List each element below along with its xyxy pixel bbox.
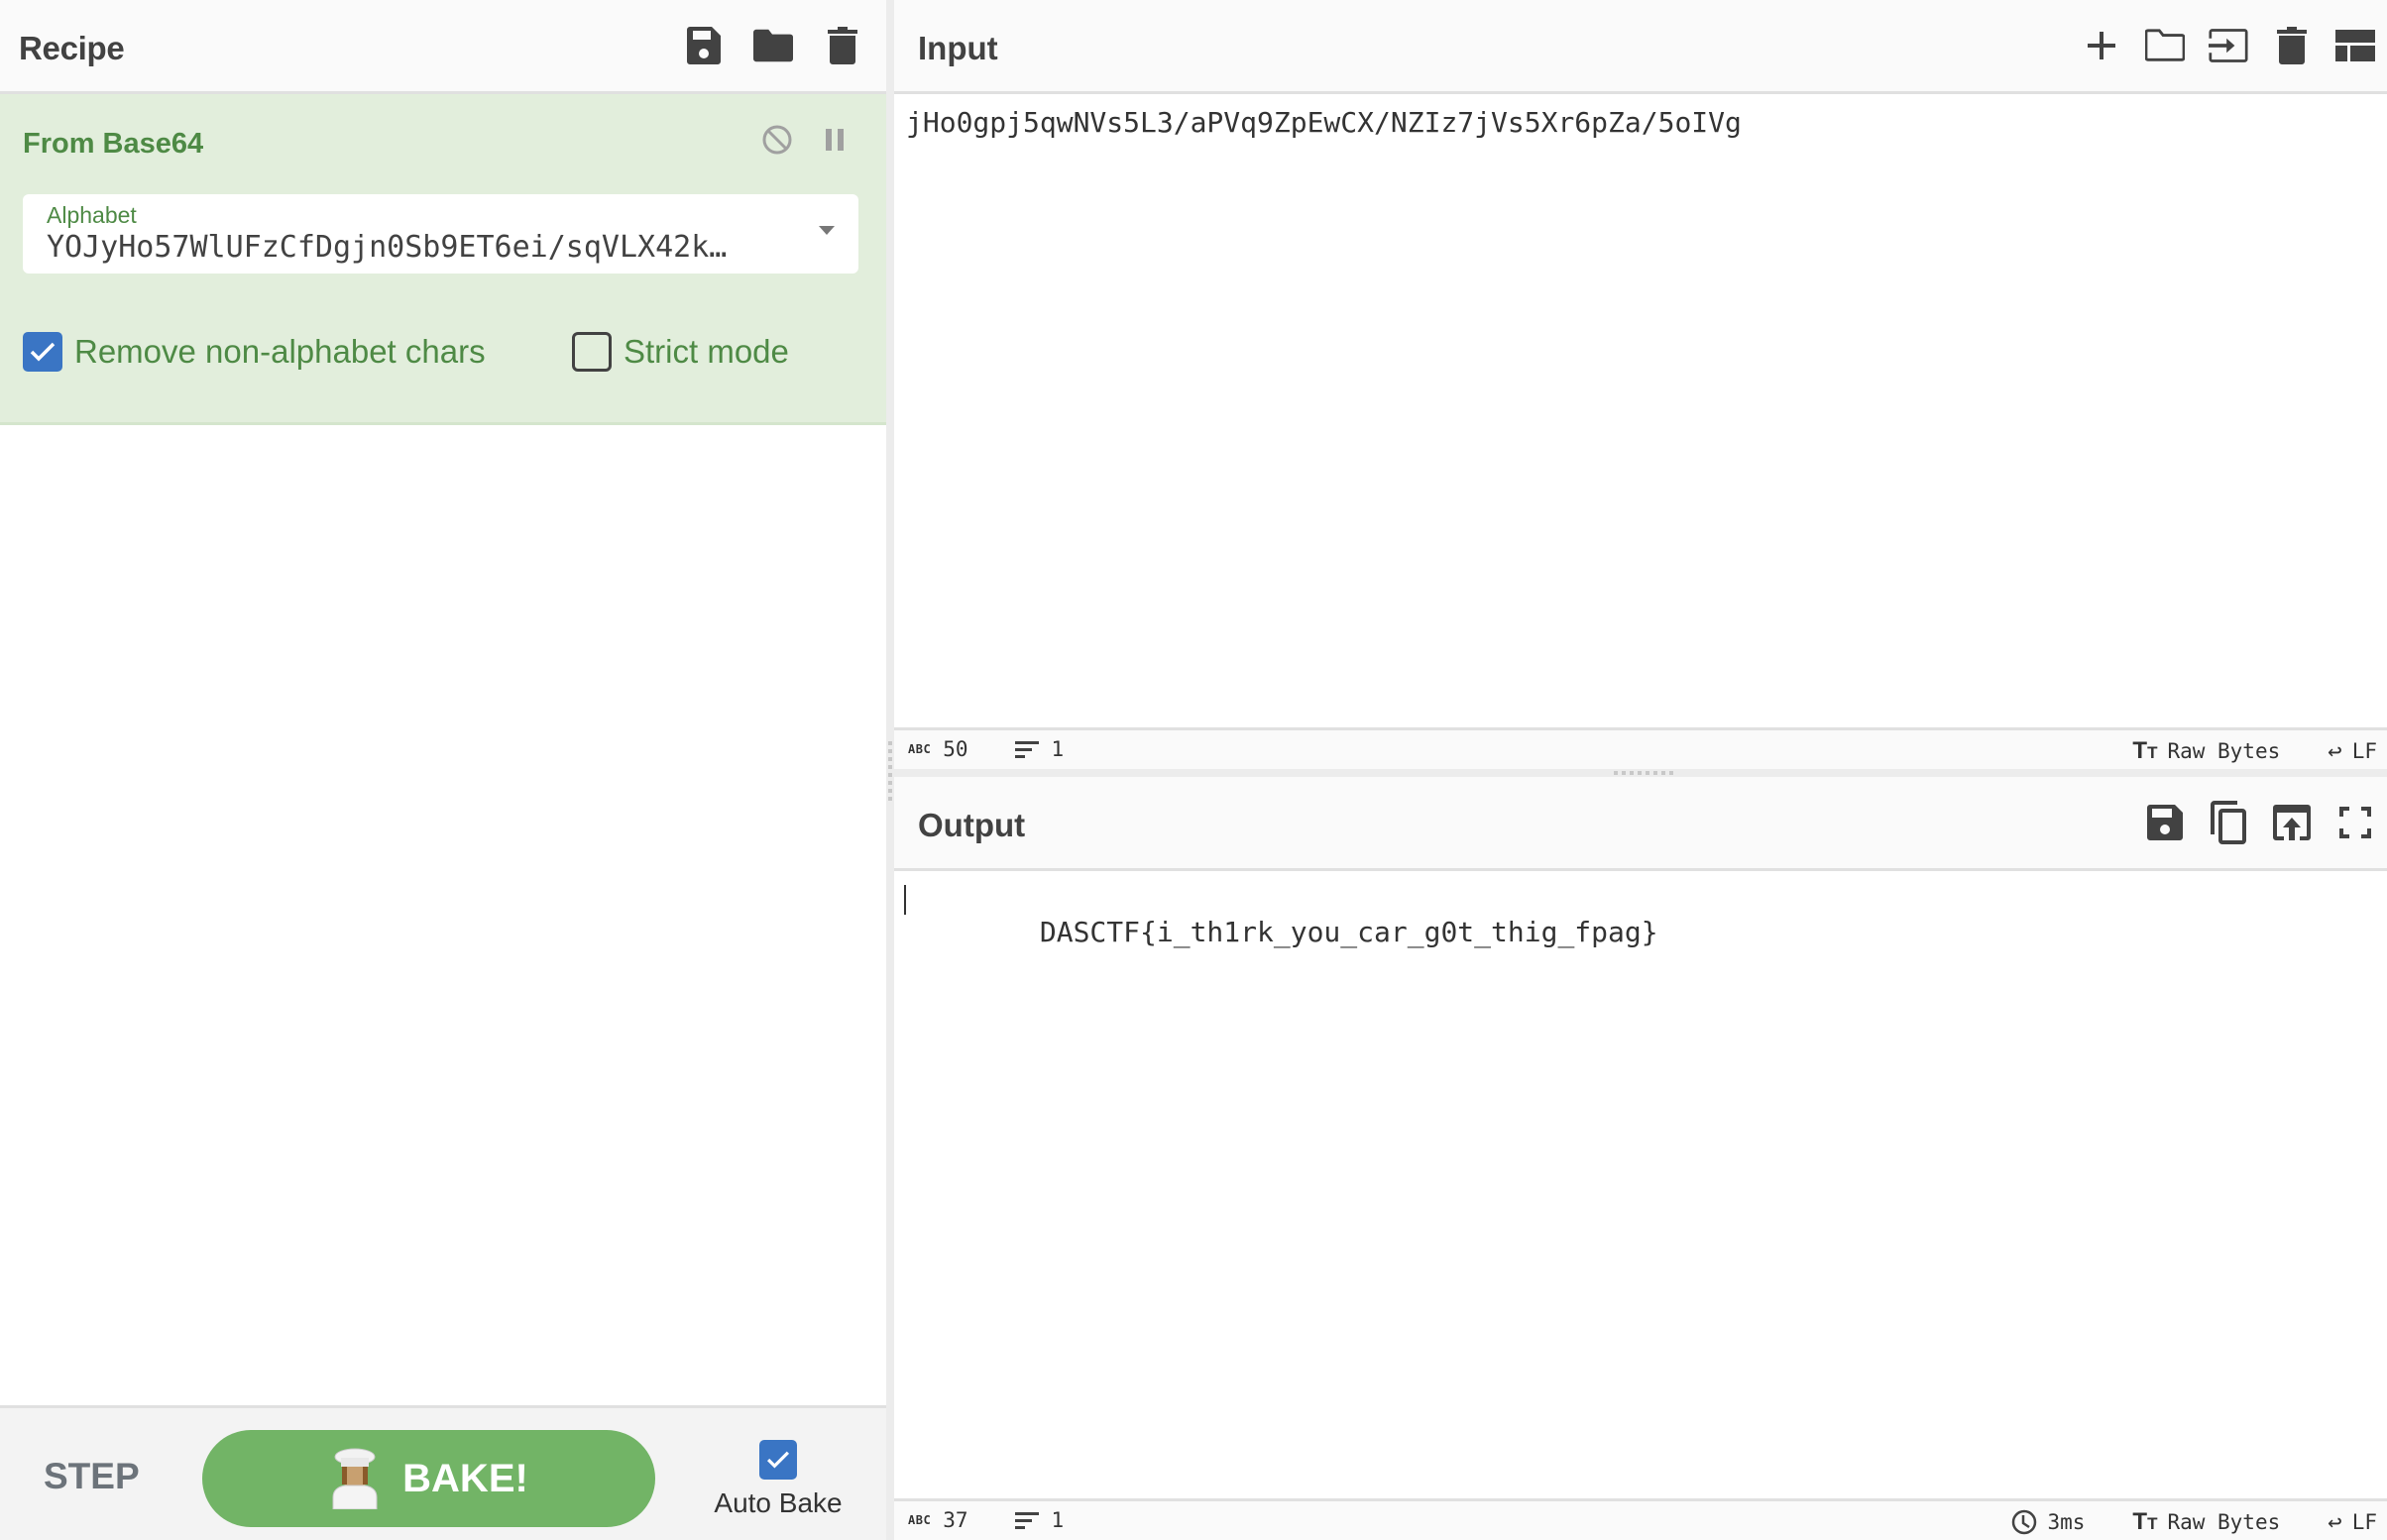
- open-file-button[interactable]: [2145, 24, 2185, 67]
- lines-icon: [1015, 741, 1040, 758]
- strict-mode-checkbox[interactable]: Strict mode: [572, 332, 789, 372]
- folder-icon: [2145, 29, 2185, 61]
- chevron-down-icon[interactable]: [819, 226, 835, 235]
- replace-input-button[interactable]: [2272, 801, 2312, 844]
- strict-mode-label: Strict mode: [624, 333, 789, 370]
- abc-icon: ABC: [908, 1513, 932, 1527]
- return-icon: ↩: [2328, 737, 2342, 765]
- trash-icon: [828, 27, 857, 64]
- sign-in-icon: [2209, 29, 2248, 62]
- alphabet-label: Alphabet: [47, 202, 137, 228]
- output-length: 37: [943, 1508, 968, 1532]
- output-text[interactable]: DASCTF{i_th1rk_you_car_g0t_thig_fpag}: [904, 883, 1658, 981]
- bake-time-value: 3ms: [2047, 1510, 2086, 1534]
- folder-icon: [753, 29, 793, 62]
- alphabet-value: YOJyHo57WlUFzCfDgjn0Sb9ET6ei/sqVLX42k…: [47, 230, 728, 265]
- bake-button[interactable]: BAKE!: [202, 1430, 655, 1527]
- input-lines: 1: [1051, 737, 1065, 761]
- disable-icon[interactable]: [761, 124, 793, 156]
- clear-recipe-button[interactable]: [823, 24, 862, 67]
- load-recipe-button[interactable]: [753, 24, 793, 67]
- auto-bake-label: Auto Bake: [714, 1487, 843, 1518]
- output-lines: 1: [1051, 1508, 1065, 1532]
- output-encoding-button[interactable]: TT Raw Bytes: [2132, 1508, 2280, 1536]
- chef-icon: [332, 1448, 378, 1509]
- recipe-header: Recipe: [0, 0, 886, 94]
- step-button[interactable]: STEP: [44, 1456, 140, 1497]
- output-encoding: Raw Bytes: [2167, 1510, 2281, 1534]
- checkmark-icon: [766, 1451, 790, 1469]
- output-title: Output: [918, 807, 1026, 843]
- layout-icon: [2335, 30, 2375, 61]
- clock-icon: [2012, 1509, 2037, 1535]
- input-textarea[interactable]: jHo0gpj5qwNVs5L3/aPVq9ZpEwCX/NZIz7jVs5Xr…: [894, 94, 2387, 727]
- abc-icon: ABC: [908, 742, 932, 756]
- reset-layout-button[interactable]: [2335, 24, 2375, 67]
- remove-non-alphabet-label: Remove non-alphabet chars: [74, 333, 486, 370]
- input-encoding: Raw Bytes: [2167, 739, 2281, 763]
- input-eol-button[interactable]: ↩ LF: [2328, 737, 2377, 765]
- text-format-icon: TT: [2132, 737, 2158, 764]
- checkbox-checked[interactable]: [759, 1440, 797, 1480]
- auto-bake-checkbox[interactable]: Auto Bake: [714, 1440, 843, 1519]
- save-recipe-button[interactable]: [684, 24, 724, 67]
- output-status-bar: ABC 37 1 3ms TT Raw Bytes ↩ LF: [894, 1498, 2387, 1540]
- input-title: Input: [918, 30, 998, 66]
- recipe-title: Recipe: [19, 30, 125, 66]
- io-resize-handle[interactable]: [894, 769, 2387, 777]
- bake-controls: STEP BAKE! Auto Bake: [0, 1405, 886, 1540]
- maximise-output-button[interactable]: [2335, 801, 2375, 844]
- input-eol: LF: [2351, 739, 2377, 763]
- lines-icon: [1015, 1512, 1040, 1529]
- recipe-panel: Recipe From Base64 Alphabet YOJyHo57WlUF…: [0, 0, 886, 1540]
- copy-output-button[interactable]: [2209, 801, 2248, 844]
- text-format-icon: TT: [2132, 1508, 2158, 1535]
- operation-from-base64[interactable]: From Base64 Alphabet YOJyHo57WlUFzCfDgjn…: [0, 94, 886, 425]
- panel-resize-handle[interactable]: [886, 0, 894, 1540]
- input-encoding-button[interactable]: TT Raw Bytes: [2132, 737, 2280, 765]
- operation-title: From Base64: [23, 128, 204, 160]
- grip-icon: [888, 741, 892, 801]
- input-panel: Input jHo0gpj5qwNVs5L3/aPVq9ZpEwCX/NZIz7…: [894, 0, 2387, 769]
- bake-time: 3ms: [2011, 1509, 2085, 1535]
- copy-icon: [2211, 801, 2246, 844]
- output-eol-button[interactable]: ↩ LF: [2328, 1508, 2377, 1536]
- return-icon: ↩: [2328, 1508, 2342, 1536]
- output-header: Output: [894, 777, 2387, 871]
- output-value: DASCTF{i_th1rk_you_car_g0t_thig_fpag}: [1039, 916, 1658, 948]
- pause-icon[interactable]: [825, 127, 845, 153]
- output-panel: Output DASCTF{i_th1rk_you_car_g0t_thig_f…: [894, 777, 2387, 1540]
- input-status-bar: ABC 50 1 TT Raw Bytes ↩ LF: [894, 727, 2387, 769]
- output-textarea[interactable]: DASCTF{i_th1rk_you_car_g0t_thig_fpag}: [894, 871, 2387, 1498]
- trash-icon: [2277, 27, 2307, 64]
- checkbox-unchecked[interactable]: [572, 332, 612, 372]
- save-icon: [2147, 805, 2183, 840]
- checkbox-checked[interactable]: [23, 332, 62, 372]
- fullscreen-icon: [2339, 807, 2371, 838]
- save-icon: [687, 27, 721, 64]
- checkmark-icon: [30, 342, 56, 362]
- input-length: 50: [943, 737, 968, 761]
- save-output-button[interactable]: [2145, 801, 2185, 844]
- replace-input-icon: [2273, 805, 2311, 840]
- grip-icon: [1614, 771, 1673, 775]
- clear-input-button[interactable]: [2272, 24, 2312, 67]
- bake-label: BAKE!: [402, 1456, 528, 1500]
- output-eol: LF: [2351, 1510, 2377, 1534]
- open-folder-button[interactable]: [2209, 24, 2248, 67]
- input-text[interactable]: jHo0gpj5qwNVs5L3/aPVq9ZpEwCX/NZIz7jVs5Xr…: [906, 106, 1742, 139]
- plus-icon: [2088, 32, 2115, 59]
- io-panel: Input jHo0gpj5qwNVs5L3/aPVq9ZpEwCX/NZIz7…: [894, 0, 2387, 1540]
- alphabet-select[interactable]: Alphabet YOJyHo57WlUFzCfDgjn0Sb9ET6ei/sq…: [23, 194, 858, 274]
- text-cursor: [904, 885, 906, 915]
- remove-non-alphabet-checkbox[interactable]: Remove non-alphabet chars: [23, 332, 486, 372]
- add-tab-button[interactable]: [2082, 24, 2121, 67]
- input-header: Input: [894, 0, 2387, 94]
